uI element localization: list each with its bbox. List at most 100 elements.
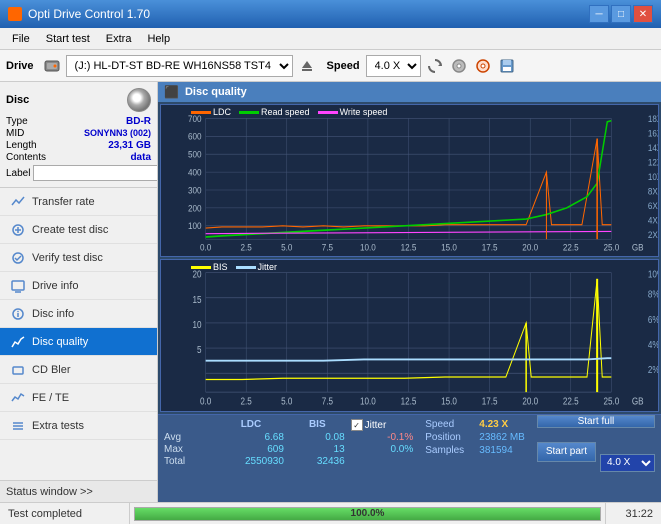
bottom-panel: LDC BIS ✓ Jitter Avg 6.68 0.08 -0.1% Max… [158, 414, 661, 502]
menu-start-test[interactable]: Start test [38, 31, 98, 47]
burn-icon[interactable] [473, 56, 493, 76]
svg-text:20.0: 20.0 [522, 396, 538, 407]
svg-text:25.0: 25.0 [603, 242, 619, 252]
svg-text:2.5: 2.5 [241, 242, 253, 252]
menu-file[interactable]: File [4, 31, 38, 47]
sidebar-item-cd-bler[interactable]: CD Bler [0, 356, 157, 384]
disc-quality-header: ⬛ Disc quality [158, 82, 661, 102]
titlebar: Opti Drive Control 1.70 ─ □ ✕ [0, 0, 661, 28]
quality-title: Disc quality [185, 86, 247, 98]
svg-text:10.0: 10.0 [360, 242, 376, 252]
write-speed-color [318, 111, 338, 114]
svg-text:2X: 2X [648, 230, 658, 240]
disc-icon[interactable] [449, 56, 469, 76]
drive-select[interactable]: (J:) HL-DT-ST BD-RE WH16NS58 TST4 [66, 55, 293, 77]
svg-text:10X: 10X [648, 172, 658, 182]
create-disc-icon [10, 222, 26, 238]
svg-text:0.0: 0.0 [200, 242, 212, 252]
sidebar-item-create-test-disc[interactable]: Create test disc [0, 216, 157, 244]
disc-mid-row: MID SONYNN3 (002) [6, 128, 151, 139]
sidebar-nav: Transfer rate Create test disc Verify te… [0, 188, 157, 480]
disc-panel: Disc Type BD-R MID SONYNN3 (002) Length … [0, 82, 157, 188]
main-layout: Disc Type BD-R MID SONYNN3 (002) Length … [0, 82, 661, 502]
start-part-button[interactable]: Start part [537, 442, 596, 462]
svg-text:5.0: 5.0 [281, 396, 292, 407]
start-full-button[interactable]: Start full [537, 415, 655, 428]
svg-text:300: 300 [188, 185, 202, 195]
sidebar: Disc Type BD-R MID SONYNN3 (002) Length … [0, 82, 158, 502]
svg-text:16X: 16X [648, 128, 658, 138]
stats-grid: LDC BIS ✓ Jitter Avg 6.68 0.08 -0.1% Max… [164, 419, 413, 467]
drive-label: Drive [6, 60, 34, 72]
disc-length-row: Length 23,31 GB [6, 140, 151, 151]
stats-row: LDC BIS ✓ Jitter Avg 6.68 0.08 -0.1% Max… [158, 415, 661, 471]
sidebar-item-disc-quality[interactable]: Disc quality [0, 328, 157, 356]
sidebar-item-transfer-rate[interactable]: Transfer rate [0, 188, 157, 216]
svg-text:7.5: 7.5 [322, 242, 334, 252]
jitter-color [236, 266, 256, 269]
svg-text:5: 5 [197, 344, 202, 355]
disc-contents-row: Contents data [6, 152, 151, 163]
disc-label-row: Label [6, 165, 151, 181]
svg-text:4%: 4% [648, 339, 658, 350]
svg-text:2%: 2% [648, 364, 658, 375]
svg-text:25.0: 25.0 [603, 396, 619, 407]
svg-text:GB: GB [632, 242, 644, 252]
svg-text:12X: 12X [648, 157, 658, 167]
svg-text:0.0: 0.0 [200, 396, 211, 407]
svg-text:7.5: 7.5 [322, 396, 333, 407]
app-title: Opti Drive Control 1.70 [28, 7, 150, 21]
status-window-button[interactable]: Status window >> [0, 480, 157, 502]
svg-text:22.5: 22.5 [563, 242, 579, 252]
svg-text:17.5: 17.5 [482, 396, 498, 407]
svg-text:8%: 8% [648, 289, 658, 300]
extra-tests-icon [10, 418, 26, 434]
chart2-legend: BIS Jitter [191, 262, 277, 272]
chart1-svg: 700 600 500 400 300 200 100 0.0 2.5 5.0 … [161, 105, 658, 256]
menu-extra[interactable]: Extra [98, 31, 140, 47]
sidebar-item-extra-tests[interactable]: Extra tests [0, 412, 157, 440]
eject-button[interactable] [297, 56, 317, 76]
svg-text:14X: 14X [648, 142, 658, 152]
read-speed-legend: Read speed [239, 107, 310, 117]
svg-text:17.5: 17.5 [482, 242, 498, 252]
sidebar-item-drive-info[interactable]: Drive info [0, 272, 157, 300]
save-icon[interactable] [497, 56, 517, 76]
svg-text:12.5: 12.5 [401, 396, 417, 407]
svg-text:200: 200 [188, 203, 202, 213]
svg-text:18X: 18X [648, 113, 658, 123]
disc-thumbnail [127, 88, 151, 112]
svg-text:15.0: 15.0 [441, 396, 457, 407]
charts-area: LDC Read speed Write speed [158, 102, 661, 414]
speed-info: Speed 4.23 X Position 23862 MB Samples 3… [419, 415, 531, 471]
bis-color [191, 266, 211, 269]
maximize-button[interactable]: □ [611, 5, 631, 23]
menu-help[interactable]: Help [139, 31, 178, 47]
minimize-button[interactable]: ─ [589, 5, 609, 23]
chart1-container: LDC Read speed Write speed [160, 104, 659, 257]
titlebar-title: Opti Drive Control 1.70 [8, 7, 150, 21]
ldc-legend: LDC [191, 107, 231, 117]
jitter-check-container: ✓ Jitter [351, 419, 414, 431]
sidebar-item-fe-te[interactable]: FE / TE [0, 384, 157, 412]
disc-label-input[interactable] [33, 165, 158, 181]
refresh-icon[interactable] [425, 56, 445, 76]
chart1-legend: LDC Read speed Write speed [191, 107, 387, 117]
progress-container: 100.0% [130, 503, 606, 524]
disc-quality-icon [10, 334, 26, 350]
close-button[interactable]: ✕ [633, 5, 653, 23]
statusbar: Test completed 100.0% 31:22 [0, 502, 661, 524]
bis-legend: BIS [191, 262, 228, 272]
jitter-checkbox[interactable]: ✓ [351, 419, 363, 431]
drive-icon [42, 56, 62, 76]
speed-select[interactable]: 4.0 X [366, 55, 421, 77]
sidebar-item-disc-info[interactable]: Disc info [0, 300, 157, 328]
svg-text:22.5: 22.5 [563, 396, 579, 407]
svg-text:6X: 6X [648, 201, 658, 211]
test-speed-select[interactable]: 4.0 X [600, 454, 655, 472]
svg-text:600: 600 [188, 131, 202, 141]
svg-text:10%: 10% [648, 269, 658, 280]
sidebar-item-verify-test-disc[interactable]: Verify test disc [0, 244, 157, 272]
ldc-color [191, 111, 211, 114]
svg-text:400: 400 [188, 167, 202, 177]
